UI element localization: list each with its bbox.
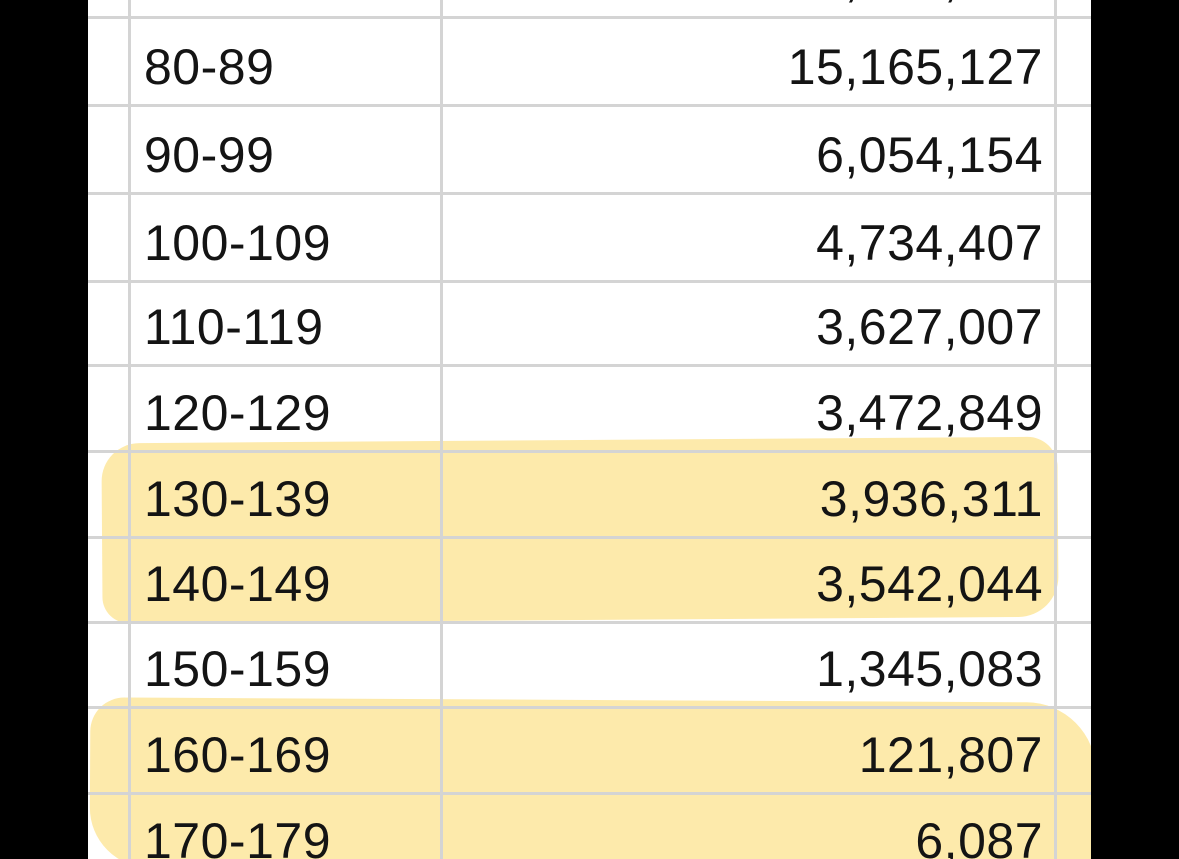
table-row[interactable]: 100-109 4,734,407 [88,195,1091,283]
count-cell[interactable]: 3,472,849 [816,384,1043,442]
column-divider-right [1054,0,1057,859]
count-cell[interactable]: 1,345,083 [816,640,1043,698]
row-header-divider [128,0,131,859]
range-cell[interactable]: 80-89 [144,38,274,96]
table-row[interactable]: 130-139 3,936,311 [88,451,1091,539]
count-cell[interactable]: 6,087 [915,812,1043,859]
range-cell[interactable]: 160-169 [144,726,331,784]
count-cell[interactable]: 33,464,412 [788,0,1043,8]
range-cell[interactable]: 90-99 [144,126,274,184]
range-cell[interactable]: 170-179 [144,812,331,859]
count-cell[interactable]: 6,054,154 [816,126,1043,184]
table-row[interactable]: 160-169 121,807 [88,707,1091,795]
range-cell[interactable]: 100-109 [144,214,331,272]
table-row[interactable]: 140-149 3,542,044 [88,536,1091,624]
table-row[interactable]: 110-119 3,627,007 [88,279,1091,367]
table-row[interactable]: 170-179 6,087 [88,793,1091,859]
range-cell[interactable]: 150-159 [144,640,331,698]
table-row[interactable]: 80-89 15,165,127 [88,19,1091,107]
spreadsheet: 70-79 33,464,412 80-89 15,165,127 90-99 … [88,0,1091,859]
count-cell[interactable]: 3,627,007 [816,298,1043,356]
count-cell[interactable]: 121,807 [859,726,1043,784]
range-cell[interactable]: 70-79 [144,0,274,8]
table-row[interactable]: 120-129 3,472,849 [88,365,1091,453]
count-cell[interactable]: 3,542,044 [816,555,1043,613]
count-cell[interactable]: 3,936,311 [820,470,1043,528]
column-divider [440,0,443,859]
range-cell[interactable]: 140-149 [144,555,331,613]
range-cell[interactable]: 110-119 [144,298,324,356]
range-cell[interactable]: 130-139 [144,470,331,528]
table-row[interactable]: 70-79 33,464,412 [88,0,1091,19]
table-row[interactable]: 150-159 1,345,083 [88,621,1091,709]
count-cell[interactable]: 15,165,127 [788,38,1043,96]
count-cell[interactable]: 4,734,407 [816,214,1043,272]
table-row[interactable]: 90-99 6,054,154 [88,107,1091,195]
range-cell[interactable]: 120-129 [144,384,331,442]
